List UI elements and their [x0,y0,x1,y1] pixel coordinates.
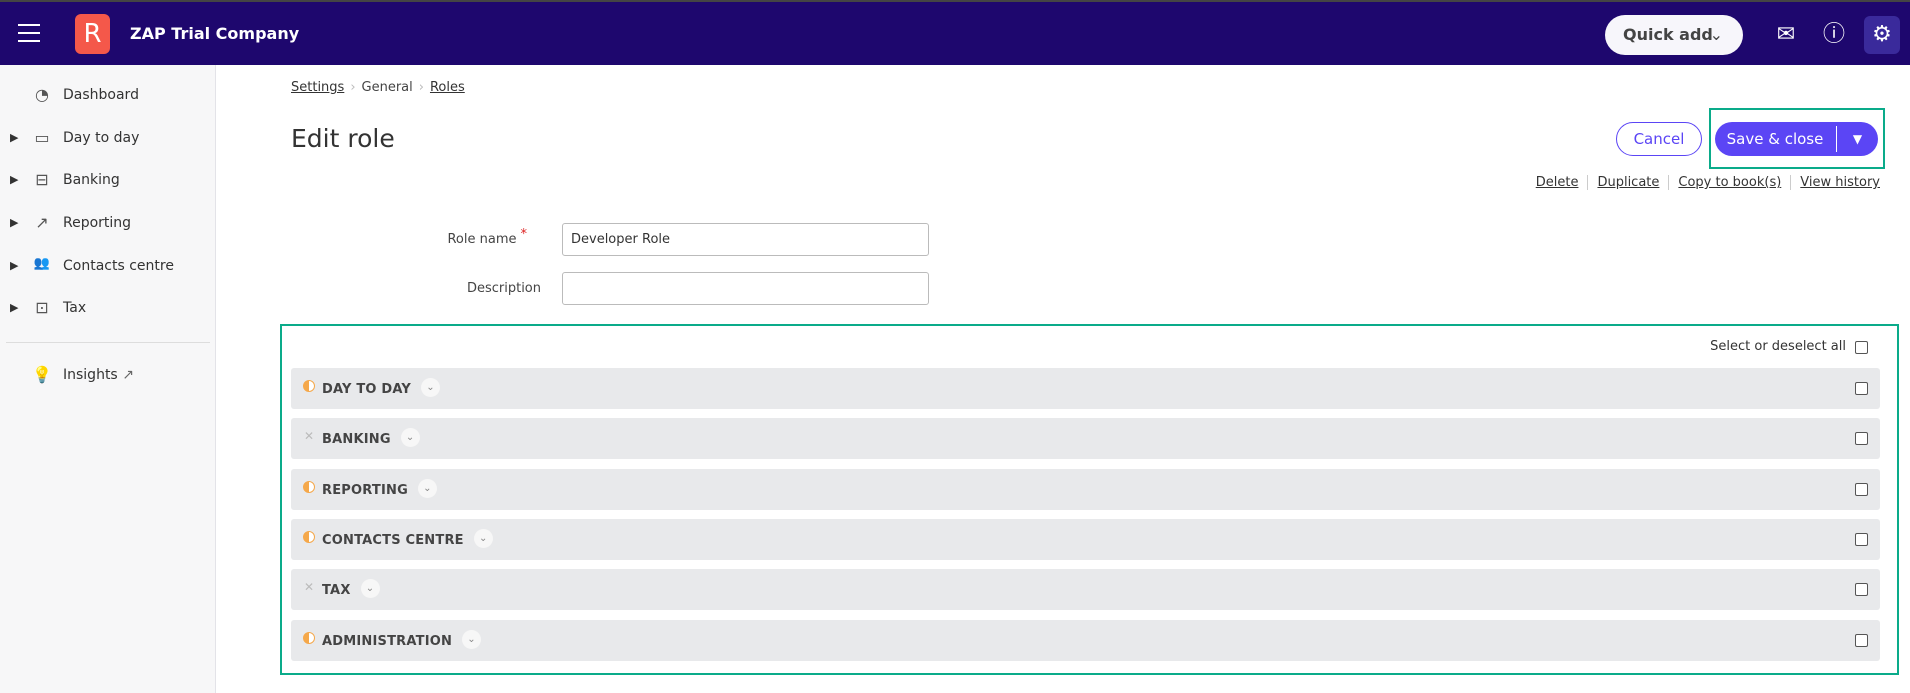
permission-section-contacts-centre[interactable]: CONTACTS CENTRE ⌄ [291,519,1880,560]
sidebar-item-banking[interactable]: ▶ ⊟ Banking [0,166,215,196]
select-all-checkbox[interactable] [1855,341,1868,354]
sidebar-item-tax[interactable]: ▶ ⊡ Tax [0,294,215,324]
view-history-link[interactable]: View history [1790,175,1880,190]
permission-section-banking[interactable]: ✕ BANKING ⌄ [291,418,1880,459]
partial-access-icon [303,632,315,644]
role-name-label-text: Role name [447,232,517,247]
save-close-button-group: Save & close ▼ [1715,122,1878,156]
gear-icon[interactable]: ⚙ [1864,16,1900,54]
quick-add-button[interactable]: Quick add ⌄ [1605,15,1743,55]
breadcrumb-general: General [361,80,413,95]
calendar-icon: ▭ [34,128,50,147]
chevron-right-icon: › [350,80,356,95]
breadcrumb-roles[interactable]: Roles [430,80,465,95]
select-all-label: Select or deselect all [1710,339,1846,354]
role-name-label: Role name * [327,227,527,247]
description-label: Description [466,281,541,296]
caret-down-icon[interactable]: ▼ [1837,122,1878,156]
duplicate-link[interactable]: Duplicate [1587,175,1668,190]
people-icon: 👥 [33,256,51,271]
action-links: Delete Duplicate Copy to book(s) View hi… [1527,175,1880,190]
trend-icon: ↗ [35,213,49,232]
section-checkbox[interactable] [1855,634,1868,647]
briefcase-icon: ⊟ [35,170,49,189]
quick-add-label: Quick add [1623,25,1713,44]
partial-access-icon [303,481,315,493]
section-checkbox[interactable] [1855,533,1868,546]
permission-section-day-to-day[interactable]: DAY TO DAY ⌄ [291,368,1880,409]
permission-section-reporting[interactable]: REPORTING ⌄ [291,469,1880,510]
sidebar-item-label: Day to day [63,130,140,146]
insights-label: Insights [63,367,118,383]
delete-link[interactable]: Delete [1527,175,1588,190]
section-name: BANKING [322,432,391,447]
chevron-down-icon[interactable]: ⌄ [417,479,437,498]
partial-access-icon [303,531,315,543]
required-asterisk: * [520,227,528,242]
sidebar: ◔ Dashboard ▶ ▭ Day to day ▶ ⊟ Banking ▶ ↗ Repo… [0,65,216,693]
chevron-down-icon: ⌄ [1709,25,1723,44]
company-logo[interactable]: R [75,14,110,54]
sidebar-item-reporting[interactable]: ▶ ↗ Reporting [0,209,215,239]
expand-arrow-icon[interactable]: ▶ [10,173,18,186]
chevron-down-icon[interactable]: ⌄ [421,378,441,397]
save-close-button[interactable]: Save & close [1715,122,1835,156]
help-icon[interactable]: ⓘ [1816,16,1852,54]
sidebar-item-label: Banking [63,172,120,188]
page-title: Edit role [291,124,395,153]
chevron-down-icon[interactable]: ⌄ [462,630,482,649]
section-checkbox[interactable] [1855,483,1868,496]
sidebar-item-label: Dashboard [63,87,139,103]
expand-arrow-icon[interactable]: ▶ [10,216,18,229]
permission-section-administration[interactable]: ADMINISTRATION ⌄ [291,620,1880,661]
archive-icon: ⊡ [35,298,49,317]
sidebar-item-contacts-centre[interactable]: ▶ 👥 Contacts centre [0,252,215,282]
section-name: CONTACTS CENTRE [322,533,464,548]
sidebar-item-label: Tax [63,300,87,316]
menu-icon[interactable] [18,24,40,42]
lightbulb-icon: 💡 [32,365,52,384]
section-checkbox[interactable] [1855,583,1868,596]
chevron-down-icon[interactable]: ⌄ [400,428,420,447]
copy-to-books-link[interactable]: Copy to book(s) [1668,175,1790,190]
sidebar-item-label: Contacts centre [63,258,174,274]
sidebar-item-dashboard[interactable]: ◔ Dashboard [0,81,215,111]
expand-arrow-icon[interactable]: ▶ [10,131,18,144]
pie-chart-icon: ◔ [35,85,49,104]
sidebar-item-insights[interactable]: 💡 Insights ↗ [0,361,215,391]
section-name: TAX [322,583,351,598]
role-name-input[interactable] [562,223,929,256]
external-link-icon: ↗ [122,367,134,383]
no-access-icon: ✕ [303,429,315,443]
chevron-down-icon[interactable]: ⌄ [473,529,493,548]
top-bar: R ZAP Trial Company Quick add ⌄ ✉ ⓘ ⚙ [0,2,1910,65]
section-checkbox[interactable] [1855,432,1868,445]
sidebar-divider [6,342,210,343]
expand-arrow-icon[interactable]: ▶ [10,259,18,272]
breadcrumb: Settings › General › Roles [291,80,465,95]
partial-access-icon [303,380,315,392]
cancel-button[interactable]: Cancel [1616,122,1702,156]
description-input[interactable] [562,272,929,305]
company-name[interactable]: ZAP Trial Company [130,24,299,43]
section-name: ADMINISTRATION [322,634,453,649]
chevron-right-icon: › [418,80,424,95]
expand-arrow-icon[interactable]: ▶ [10,301,18,314]
chevron-down-icon[interactable]: ⌄ [360,579,380,598]
section-name: REPORTING [322,483,408,498]
mail-icon[interactable]: ✉ [1768,16,1804,54]
sidebar-item-day-to-day[interactable]: ▶ ▭ Day to day [0,124,215,154]
no-access-icon: ✕ [303,580,315,594]
permission-section-tax[interactable]: ✕ TAX ⌄ [291,569,1880,610]
section-name: DAY TO DAY [322,382,412,397]
sidebar-item-label: Insights ↗ [63,367,134,383]
section-checkbox[interactable] [1855,382,1868,395]
sidebar-item-label: Reporting [63,215,132,231]
breadcrumb-settings[interactable]: Settings [291,80,344,95]
